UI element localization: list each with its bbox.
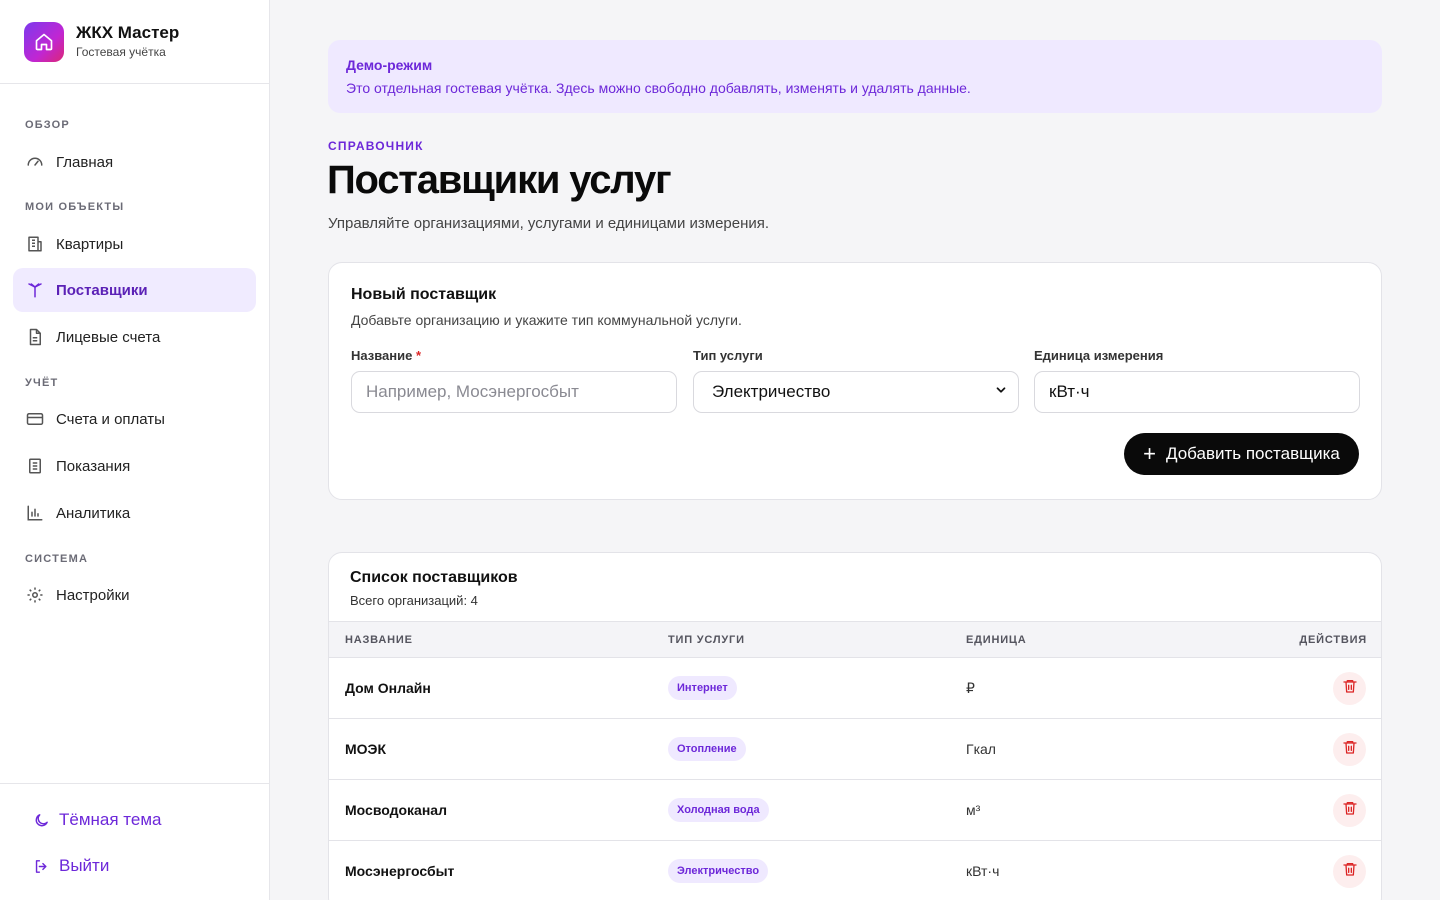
bar-chart-icon: [25, 503, 45, 523]
column-header-name: НАЗВАНИЕ: [345, 634, 413, 646]
delete-button[interactable]: [1333, 794, 1366, 827]
sidebar-item-label: Квартиры: [56, 235, 124, 253]
demo-banner: Демо-режим Это отдельная гостевая учётка…: [328, 40, 1382, 113]
sidebar-item-readings[interactable]: Показания: [13, 444, 256, 488]
sidebar: ЖКХ Мастер Гостевая учётка ОБЗОР Главная…: [0, 0, 270, 900]
table-header: НАЗВАНИЕ ТИП УСЛУГИ ЕДИНИЦА ДЕЙСТВИЯ: [329, 621, 1381, 658]
provider-unit: ₽: [966, 680, 975, 696]
sidebar-item-label: Счета и оплаты: [56, 410, 165, 428]
table-row: МОЭК Отопление Гкал: [329, 719, 1381, 780]
new-provider-card: Новый поставщик Добавьте организацию и у…: [328, 262, 1382, 500]
logout-icon: [33, 857, 51, 875]
antenna-icon: [25, 280, 45, 300]
provider-name: Дом Онлайн: [345, 680, 431, 696]
provider-unit: Гкал: [966, 741, 996, 757]
required-mark: *: [416, 348, 422, 363]
delete-button[interactable]: [1333, 855, 1366, 888]
demo-banner-text: Это отдельная гостевая учётка. Здесь мож…: [346, 80, 971, 96]
chevron-down-icon: [994, 382, 1008, 402]
section-label-system: СИСТЕМА: [25, 553, 89, 565]
providers-count: Всего организаций: 4: [350, 593, 478, 608]
sidebar-item-label: Главная: [56, 153, 114, 171]
app-subtitle: Гостевая учётка: [76, 45, 166, 59]
trash-icon: [1342, 739, 1358, 760]
add-provider-button[interactable]: + Добавить поставщика: [1124, 433, 1359, 475]
add-provider-label: Добавить поставщика: [1166, 444, 1340, 463]
service-type-value: Электричество: [712, 382, 831, 401]
provider-unit: кВт·ч: [966, 863, 1000, 879]
new-provider-subtitle: Добавьте организацию и укажите тип комму…: [351, 312, 742, 328]
service-type-badge: Электричество: [668, 859, 769, 883]
table-row: Мосводоканал Холодная вода м³: [329, 780, 1381, 841]
sidebar-bottom: Тёмная тема Выйти: [0, 783, 269, 900]
table-row: Мосэнергосбыт Электричество кВт·ч: [329, 841, 1381, 900]
column-header-type: ТИП УСЛУГИ: [668, 634, 745, 646]
plus-icon: +: [1143, 441, 1156, 466]
section-label-objects: МОИ ОБЪЕКТЫ: [25, 201, 125, 213]
sidebar-item-label: Настройки: [56, 586, 130, 604]
sidebar-item-label: Лицевые счета: [56, 328, 161, 346]
service-type-select[interactable]: Электричество: [693, 371, 1019, 413]
column-header-unit: ЕДИНИЦА: [966, 634, 1027, 646]
trash-icon: [1342, 861, 1358, 882]
service-type-label: Тип услуги: [693, 348, 763, 363]
name-field-label: Название *: [351, 348, 421, 363]
unit-input-value: кВт·ч: [1049, 382, 1090, 401]
gauge-icon: [25, 152, 45, 172]
list-document-icon: [25, 456, 45, 476]
section-label-accounting: УЧЁТ: [25, 377, 59, 389]
trash-icon: [1342, 800, 1358, 821]
providers-list-card: Список поставщиков Всего организаций: 4 …: [328, 552, 1382, 900]
unit-label: Единица измерения: [1034, 348, 1164, 363]
sidebar-item-home[interactable]: Главная: [13, 140, 256, 184]
service-type-badge: Холодная вода: [668, 798, 769, 822]
credit-card-icon: [25, 409, 45, 429]
theme-toggle-button[interactable]: Тёмная тема: [33, 810, 162, 830]
delete-button[interactable]: [1333, 733, 1366, 766]
page-eyebrow: СПРАВОЧНИК: [328, 139, 424, 153]
provider-unit: м³: [966, 802, 981, 818]
new-provider-title: Новый поставщик: [351, 286, 497, 303]
section-label-overview: ОБЗОР: [25, 119, 70, 131]
provider-name: Мосэнергосбыт: [345, 863, 455, 879]
name-input[interactable]: Например, Мосэнергосбыт: [351, 371, 677, 413]
moon-icon: [33, 811, 51, 829]
sidebar-item-settings[interactable]: Настройки: [13, 573, 256, 617]
sidebar-item-label: Аналитика: [56, 504, 131, 522]
sidebar-item-label: Поставщики: [56, 281, 148, 299]
service-type-badge: Отопление: [668, 737, 746, 761]
column-header-actions: ДЕЙСТВИЯ: [1299, 634, 1367, 646]
table-row: Дом Онлайн Интернет ₽: [329, 658, 1381, 719]
provider-name: Мосводоканал: [345, 802, 447, 818]
name-input-placeholder: Например, Мосэнергосбыт: [366, 382, 579, 401]
gear-icon: [25, 585, 45, 605]
brand[interactable]: ЖКХ Мастер Гостевая учётка: [0, 0, 269, 84]
delete-button[interactable]: [1333, 672, 1366, 705]
app-title: ЖКХ Мастер: [76, 23, 180, 42]
sidebar-item-analytics[interactable]: Аналитика: [13, 491, 256, 535]
name-label-text: Название: [351, 348, 413, 363]
sidebar-item-bills[interactable]: Счета и оплаты: [13, 397, 256, 441]
provider-name: МОЭК: [345, 741, 387, 757]
service-type-badge: Интернет: [668, 676, 737, 700]
trash-icon: [1342, 678, 1358, 699]
sidebar-item-apartments[interactable]: Квартиры: [13, 222, 256, 266]
sidebar-item-providers[interactable]: Поставщики: [13, 268, 256, 312]
sidebar-item-label: Показания: [56, 457, 131, 475]
unit-input[interactable]: кВт·ч: [1034, 371, 1360, 413]
demo-banner-title: Демо-режим: [346, 57, 433, 73]
providers-list-title: Список поставщиков: [350, 569, 518, 586]
logout-label: Выйти: [59, 856, 110, 875]
home-icon: [24, 21, 64, 62]
logout-button[interactable]: Выйти: [33, 856, 109, 876]
theme-toggle-label: Тёмная тема: [59, 810, 162, 829]
sidebar-item-accounts[interactable]: Лицевые счета: [13, 315, 256, 359]
page-title: Поставщики услуг: [327, 158, 672, 202]
building-icon: [25, 234, 45, 254]
page-subtitle: Управляйте организациями, услугами и еди…: [328, 215, 770, 232]
document-icon: [25, 327, 45, 347]
